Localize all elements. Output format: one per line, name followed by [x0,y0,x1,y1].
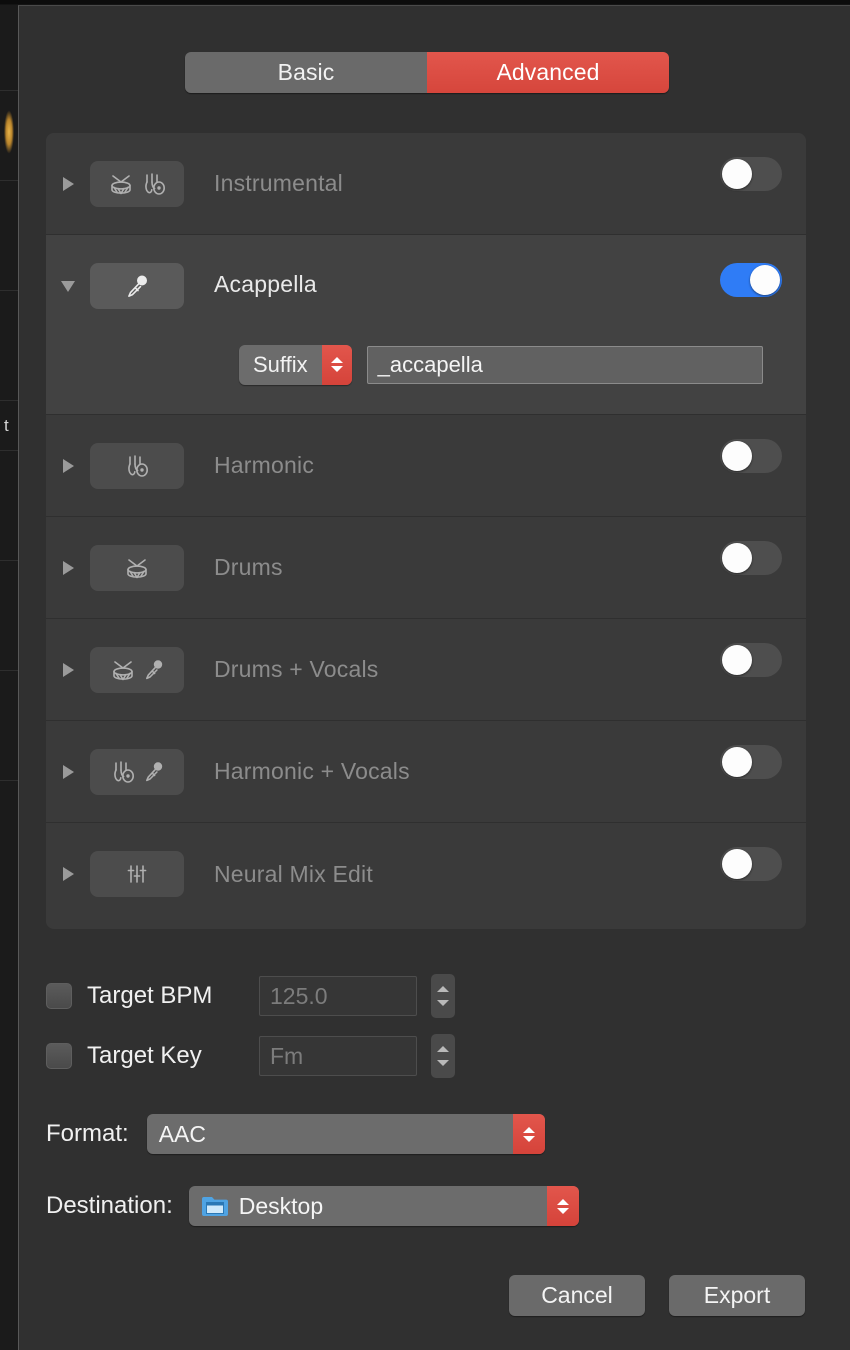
chevron-right-icon[interactable] [46,176,90,191]
chevron-right-icon[interactable] [46,458,90,473]
stem-toggle-harmonic[interactable] [720,439,782,473]
stem-label: Harmonic [214,452,315,478]
stem-row-neural-mix-edit[interactable]: Neural Mix Edit [46,823,806,925]
background-divider [0,90,18,91]
stem-list: Instrumental Acappella Suffix _accapella… [46,133,806,929]
chevron-right-icon[interactable] [46,867,90,881]
stepper-red-icon[interactable] [321,344,352,385]
suffix-mode-popup[interactable]: Suffix [239,344,352,385]
stem-icon-drum [90,544,184,591]
stem-toggle-drums[interactable] [720,541,782,575]
stem-icon-microphone [90,263,184,309]
stem-row-harmonic-vocals[interactable]: Harmonic + Vocals [46,721,806,823]
destination-value: Desktop [238,1192,324,1219]
destination-row: Destination: Desktop [46,1186,579,1226]
guitar-icon [128,454,148,477]
stem-toggle-neural-mix-edit[interactable] [720,847,782,881]
target-bpm-checkbox[interactable] [46,983,72,1009]
drum-icon [127,558,147,578]
destination-popup-button[interactable]: Desktop [188,1186,579,1226]
stem-toggle-harmonic-vocals[interactable] [720,745,782,779]
stepper-red-icon[interactable] [546,1186,579,1226]
background-divider [0,400,18,401]
background-top-bar [0,0,850,4]
background-text-fragment: t [4,416,9,435]
suffix-settings-row: Suffix _accapella [46,344,806,385]
target-bpm-row: Target BPM 125.0 [46,974,455,1018]
stem-label: Instrumental [214,170,343,196]
stem-row-drums[interactable]: Drums [46,517,806,619]
stem-label: Neural Mix Edit [214,860,373,887]
tab-advanced[interactable]: Advanced [427,52,669,93]
stem-toggle-acappella[interactable] [720,263,782,297]
export-button[interactable]: Export [669,1275,805,1316]
background-divider [0,560,18,561]
chevron-right-icon[interactable] [46,560,90,575]
stem-label: Acappella [214,271,317,297]
faders-icon [127,865,147,883]
guitar-icon [144,172,165,195]
background-waveform [0,96,16,168]
stem-icon-drum-microphone [90,646,184,693]
target-bpm-input[interactable]: 125.0 [259,976,417,1016]
chevron-right-icon[interactable] [46,764,90,779]
stepper-red-icon[interactable] [512,1114,545,1154]
stem-row-harmonic[interactable]: Harmonic [46,415,806,517]
destination-label: Destination: [46,1192,173,1219]
suffix-mode-label: Suffix [253,351,308,377]
target-key-stepper[interactable] [431,1034,455,1078]
drum-icon [112,660,133,680]
tab-basic[interactable]: Basic [185,52,427,93]
stem-toggle-drums-vocals[interactable] [720,643,782,677]
stem-toggle-instrumental[interactable] [720,157,782,191]
target-key-input[interactable]: Fm [259,1036,417,1076]
stem-row-drums-vocals[interactable]: Drums + Vocals [46,619,806,721]
target-key-label: Target Key [87,1042,202,1069]
target-bpm-label: Target BPM [87,982,213,1009]
guitar-icon [113,760,134,783]
mode-segmented-control[interactable]: Basic Advanced [185,52,669,93]
format-popup-button[interactable]: AAC [146,1114,545,1154]
stem-icon-faders [90,851,184,897]
microphone-icon [145,761,162,781]
microphone-icon [128,275,147,297]
stem-icon-drum-guitar [90,160,184,207]
microphone-icon [145,659,162,679]
chevron-right-icon[interactable] [46,662,90,677]
dialog-footer: Cancel Export [509,1275,805,1316]
target-key-row: Target Key Fm [46,1034,455,1078]
chevron-down-icon[interactable] [46,235,90,337]
target-bpm-stepper[interactable] [431,974,455,1018]
background-left-strip [0,5,18,1350]
stem-row-acappella[interactable]: Acappella Suffix _accapella [46,235,806,415]
background-divider [0,670,18,671]
stem-row-instrumental[interactable]: Instrumental [46,133,806,235]
background-divider [0,450,18,451]
format-value: AAC [158,1120,206,1147]
target-key-checkbox[interactable] [46,1043,72,1069]
background-divider [0,780,18,781]
stem-label: Drums [214,554,283,580]
format-row: Format: AAC [46,1114,545,1154]
export-dialog: Basic Advanced Instrumental Acappella Su… [18,5,850,1350]
folder-icon [201,1197,228,1216]
cancel-button[interactable]: Cancel [509,1275,645,1316]
stem-icon-guitar-microphone [90,748,184,795]
stem-label: Harmonic + Vocals [214,758,410,784]
stem-icon-guitar [90,442,184,489]
stem-label: Drums + Vocals [214,656,379,682]
background-divider [0,180,18,181]
background-divider [0,290,18,291]
format-label: Format: [46,1120,129,1147]
suffix-input[interactable]: _accapella [366,345,763,384]
drum-icon [110,174,131,194]
